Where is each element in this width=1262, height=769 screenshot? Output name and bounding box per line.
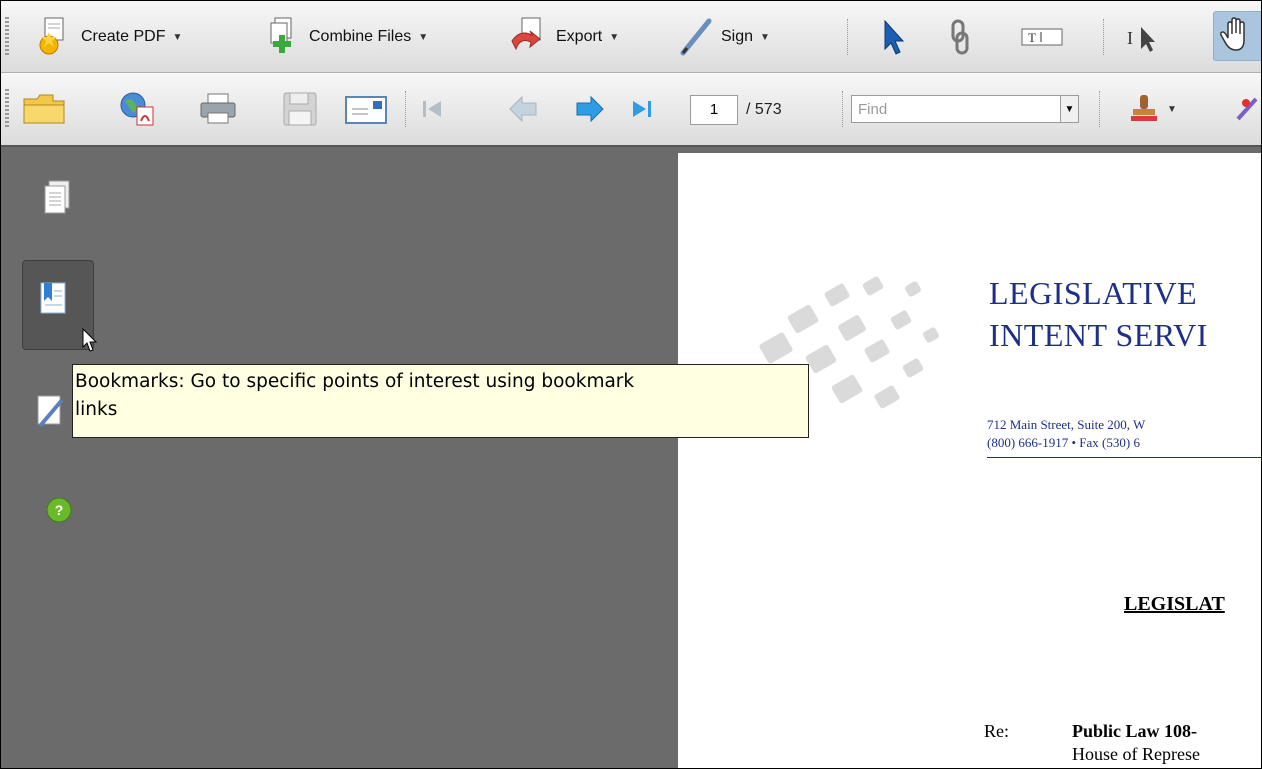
- toolbar-separator: [842, 91, 844, 127]
- arrow-left-icon: [509, 95, 537, 123]
- first-page-button[interactable]: [417, 87, 447, 131]
- task-toolbar: Create PDF ▼ Combine Files ▼ Export ▼ Si…: [1, 1, 1261, 73]
- print-button[interactable]: [196, 87, 240, 131]
- export-button[interactable]: Export ▼: [506, 15, 619, 59]
- bookmarks-panel-button[interactable]: [22, 260, 98, 352]
- mouse-cursor-icon: [82, 327, 98, 352]
- toolbar-separator: [1103, 19, 1105, 55]
- tooltip-line-2: links: [75, 399, 118, 420]
- toolbar-grip[interactable]: [5, 89, 9, 129]
- select-arrow-icon: [884, 19, 905, 55]
- save-button[interactable]: [280, 87, 320, 131]
- create-pdf-label: Create PDF: [81, 28, 166, 45]
- create-pdf-button[interactable]: Create PDF ▼: [31, 15, 182, 59]
- org-name-line1: LEGISLATIVE: [989, 275, 1198, 311]
- previous-page-button[interactable]: [506, 87, 540, 131]
- org-phone-fax: (800) 666-1917 • Fax (530) 6: [987, 435, 1140, 450]
- stamp-icon: [1131, 95, 1157, 121]
- svg-text:T: T: [1028, 30, 1036, 45]
- chevron-down-icon: ▼: [172, 31, 183, 43]
- hand-tool-button[interactable]: [1213, 11, 1261, 61]
- page-total: / 573: [746, 101, 782, 118]
- document-heading: LEGISLAT: [1124, 593, 1225, 615]
- help-icon: ?: [46, 497, 72, 523]
- re-label: Re:: [984, 721, 1009, 741]
- signature-icon: [37, 395, 64, 428]
- acrobat-window: Create PDF ▼ Combine Files ▼ Export ▼ Si…: [0, 0, 1262, 769]
- hand-icon: [1220, 17, 1245, 51]
- chevron-down-icon: ▼: [418, 31, 429, 43]
- bookmarks-tooltip: Bookmarks: Go to specific points of inte…: [72, 364, 809, 438]
- email-button[interactable]: [343, 87, 389, 131]
- combine-files-button[interactable]: Combine Files ▼: [259, 15, 428, 59]
- help-button[interactable]: ?: [45, 496, 73, 529]
- envelope-icon: [345, 96, 387, 124]
- toolbar-separator: [405, 91, 407, 127]
- folder-icon: [23, 94, 65, 124]
- text-field-tool-button[interactable]: T: [1019, 15, 1065, 59]
- toolbar-separator: [847, 19, 849, 55]
- signatures-panel-button[interactable]: [34, 390, 68, 437]
- text-field-icon: T: [1021, 28, 1063, 46]
- text-select-tool-button[interactable]: I: [1123, 15, 1163, 59]
- printer-icon: [200, 93, 236, 124]
- document-page[interactable]: LEGISLATIVE INTENT SERVI 712 Main Street…: [678, 153, 1261, 768]
- bookmarks-icon: [40, 282, 66, 314]
- sign-button[interactable]: Sign ▼: [675, 15, 770, 59]
- sign-label: Sign: [721, 28, 754, 45]
- create-pdf-icon: [39, 17, 64, 55]
- tooltip-line-1: Bookmarks: Go to specific points of inte…: [75, 371, 635, 392]
- globe-pdf-icon: [120, 92, 154, 126]
- navigation-pane: [1, 147, 678, 768]
- select-tool-button[interactable]: [877, 15, 909, 59]
- chevron-down-icon: ▼: [609, 31, 620, 43]
- create-pdf-from-web-button[interactable]: [115, 87, 161, 131]
- arrow-right-icon: [576, 95, 604, 123]
- floppy-disk-icon: [283, 92, 317, 126]
- export-label: Export: [556, 28, 603, 45]
- open-button[interactable]: [21, 87, 67, 131]
- combine-files-label: Combine Files: [309, 28, 412, 45]
- combine-files-icon: [270, 17, 292, 53]
- first-page-icon: [423, 101, 441, 117]
- letterhead-divider: [987, 457, 1261, 458]
- pages-panel-button[interactable]: [40, 177, 74, 224]
- file-toolbar: 1 / 573 Find ▼ ▼: [1, 73, 1261, 147]
- comment-tool-button[interactable]: [1234, 87, 1261, 131]
- find-input[interactable]: Find: [851, 95, 1061, 123]
- subject-line-2: House of Represe: [1072, 744, 1200, 764]
- pages-icon: [44, 180, 70, 214]
- last-page-button[interactable]: [627, 87, 657, 131]
- toolbar-grip[interactable]: [5, 17, 9, 57]
- last-page-icon: [633, 101, 651, 117]
- page-number-input[interactable]: 1: [690, 95, 738, 125]
- find-dropdown-button[interactable]: ▼: [1061, 95, 1079, 123]
- text-select-icon: I: [1127, 27, 1155, 52]
- svg-text:?: ?: [55, 502, 64, 518]
- export-icon: [511, 17, 541, 51]
- sticky-note-icon: [1236, 97, 1258, 121]
- org-name-line2: INTENT SERVI: [989, 317, 1208, 353]
- chevron-down-icon: ▼: [1167, 103, 1177, 115]
- stamp-button[interactable]: ▼: [1128, 87, 1177, 131]
- toolbar-separator: [1099, 91, 1101, 127]
- pen-icon: [680, 18, 712, 56]
- link-icon: [951, 19, 969, 55]
- org-address: 712 Main Street, Suite 200, W: [987, 417, 1146, 432]
- link-tool-button[interactable]: [944, 15, 976, 59]
- svg-text:I: I: [1127, 28, 1133, 48]
- subject-line: Public Law 108-: [1072, 721, 1198, 741]
- next-page-button[interactable]: [573, 87, 607, 131]
- chevron-down-icon: ▼: [760, 31, 770, 43]
